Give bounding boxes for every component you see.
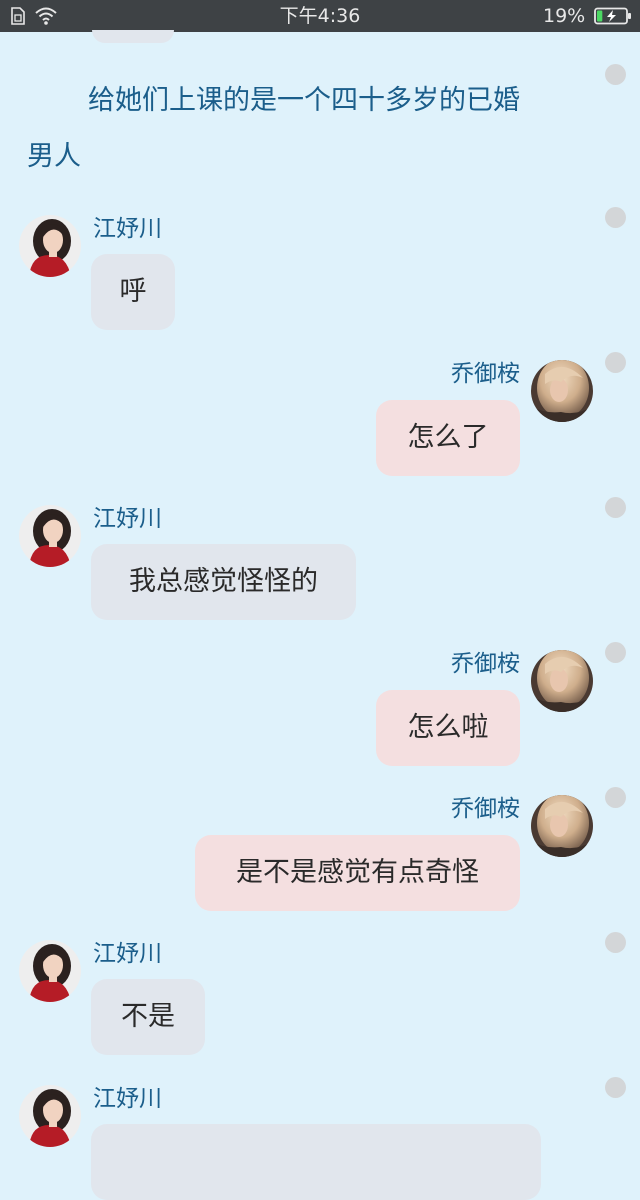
- status-bar: 下午4:36 19%: [0, 0, 640, 32]
- sender-name: 江妤川: [93, 941, 162, 967]
- avatar-jiang-yuchuan[interactable]: [19, 940, 81, 1002]
- narration-line: 给她们上课的是一个四十多岁的已婚: [88, 85, 520, 116]
- sender-name: 江妤川: [93, 216, 162, 242]
- avatar-girl-red-dress-icon: [19, 215, 81, 277]
- read-status-dot: [605, 207, 626, 228]
- avatar-blonde-girl-icon: [531, 360, 593, 422]
- read-status-dot: [605, 1077, 626, 1098]
- message-bubble[interactable]: 怎么了: [376, 400, 520, 476]
- message-bubble[interactable]: 怎么啦: [376, 690, 520, 766]
- battery-percent: 19%: [543, 5, 586, 27]
- message-bubble[interactable]: 呼: [91, 254, 175, 330]
- narration-line: 男人: [27, 141, 81, 172]
- avatar-qiao-yuan[interactable]: [531, 650, 593, 712]
- battery-charging-icon: [594, 7, 631, 25]
- message-bubble[interactable]: 我总感觉怪怪的: [91, 544, 356, 620]
- sender-name: 乔御桉: [451, 361, 520, 387]
- sender-name: 乔御桉: [451, 796, 520, 822]
- message-bubble[interactable]: 不是: [91, 979, 205, 1055]
- avatar-girl-red-dress-icon: [19, 940, 81, 1002]
- sender-name: 江妤川: [93, 1086, 162, 1112]
- avatar-qiao-yuan[interactable]: [531, 795, 593, 857]
- avatar-jiang-yuchuan[interactable]: [19, 505, 81, 567]
- avatar-qiao-yuan[interactable]: [531, 360, 593, 422]
- read-status-dot: [605, 64, 626, 85]
- avatar-girl-red-dress-icon: [19, 505, 81, 567]
- avatar-jiang-yuchuan[interactable]: [19, 215, 81, 277]
- message-bubble[interactable]: 是不是感觉有点奇怪: [195, 835, 520, 911]
- read-status-dot: [605, 497, 626, 518]
- read-status-dot: [605, 787, 626, 808]
- read-status-dot: [605, 642, 626, 663]
- read-status-dot: [605, 932, 626, 953]
- avatar-blonde-girl-icon: [531, 650, 593, 712]
- previous-message-bubble: [92, 30, 174, 43]
- read-status-dot: [605, 352, 626, 373]
- sender-name: 江妤川: [93, 506, 162, 532]
- avatar-blonde-girl-icon: [531, 795, 593, 857]
- message-bubble[interactable]: [91, 1124, 541, 1200]
- sender-name: 乔御桉: [451, 651, 520, 677]
